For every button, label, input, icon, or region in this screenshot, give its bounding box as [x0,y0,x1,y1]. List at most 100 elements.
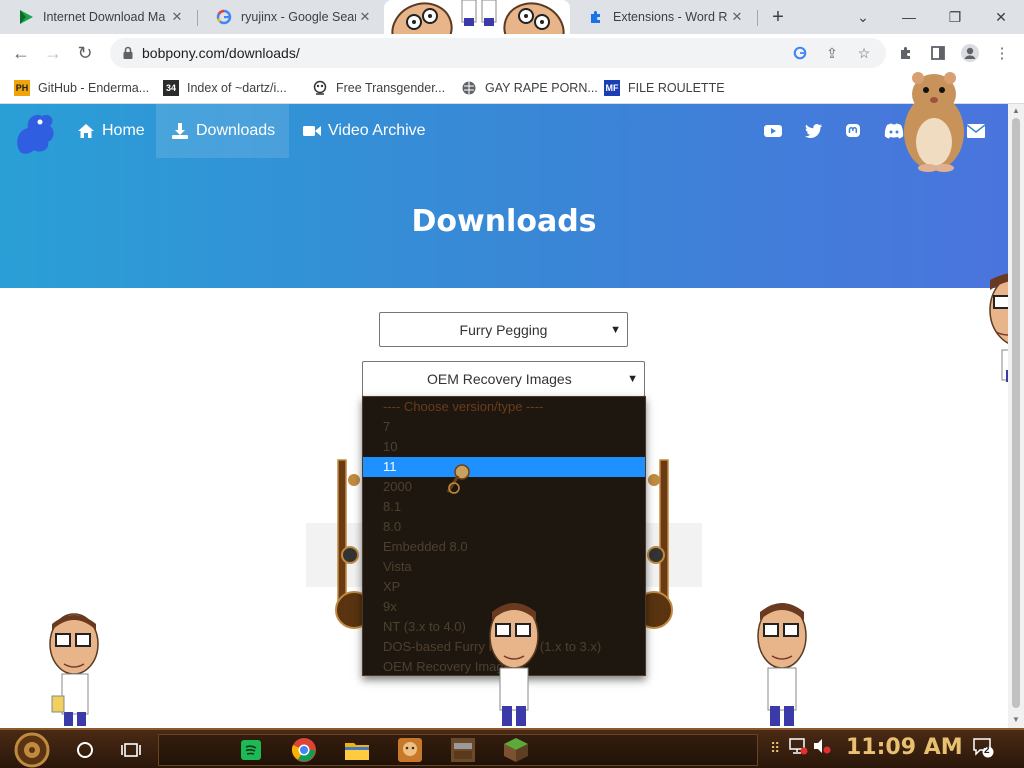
bookmark-star-icon[interactable]: ☆ [856,45,872,61]
back-arrow-icon[interactable]: ← [6,38,36,68]
hero-banner: Home Downloads Video Archive Downloads [0,104,1008,288]
bookmark-file-roulette[interactable]: MF FILE ROULETTE [604,78,725,98]
taskbar: ⠿ 11:09 AM 2 [0,728,1024,768]
chrome-icon[interactable] [289,735,319,765]
vertical-scrollbar[interactable]: ▲ ▼ [1008,104,1024,728]
game-icon[interactable] [395,735,425,765]
tab-internet-download-manager[interactable]: Internet Download Ma ✕ [0,0,196,34]
tray-overflow-icon[interactable]: ⠿ [770,740,780,757]
character-left [49,613,99,726]
nav-video-archive[interactable]: Video Archive [288,104,440,158]
share-icon[interactable]: ⇪ [824,45,840,61]
extensions-puzzle-icon[interactable] [896,43,916,63]
volume-muted-icon[interactable] [812,736,832,761]
download-icon [170,121,190,141]
url-text: bobpony.com/downloads/ [142,45,300,61]
type-select[interactable]: OEM Recovery Images ▼ [362,361,645,397]
home-icon [76,121,96,141]
side-panel-icon[interactable] [928,43,948,63]
mascot-icon [312,80,328,96]
bookmark-label: GitHub - Enderma... [38,81,150,95]
dropdown-option[interactable]: 8.0 [363,517,645,537]
dropdown-option[interactable]: Vista [363,557,645,577]
start-button[interactable] [14,732,50,768]
spotify-icon[interactable] [236,735,266,765]
index-34-icon: 34 [163,80,179,96]
steampunk-start-icon [14,732,50,768]
mf-icon: MF [604,80,620,96]
dropdown-option-selected[interactable]: 11 [363,457,645,477]
minecraft-grass-icon[interactable] [501,735,531,765]
dropdown-option[interactable]: 10 [363,437,645,457]
bookmarks-bar: PH GitHub - Enderma... 34 Index of ~dart… [0,72,1024,104]
menu-kebab-icon[interactable]: ⋮ [992,43,1012,63]
file-explorer-icon[interactable] [342,735,372,765]
task-view-icon[interactable] [116,735,146,765]
dropdown-option[interactable]: 2000 [363,477,645,497]
notification-count: 2 [984,745,990,756]
site-navbar: Home Downloads Video Archive [0,104,1008,158]
close-tab-icon[interactable]: ✕ [356,8,374,26]
cursor-pointer-icon [446,464,470,494]
taskbar-clock[interactable]: 11:09 AM [846,735,963,760]
google-g-icon [216,9,232,25]
youtube-icon[interactable] [763,121,783,141]
browser-toolbar: ← → ↻ bobpony.com/downloads/ ⇪ ☆ ⋮ [0,34,1024,72]
network-disconnected-icon[interactable] [788,736,808,761]
search-circle-icon[interactable] [70,735,100,765]
dropdown-option[interactable]: 8.1 [363,497,645,517]
nav-label: Home [102,122,145,139]
minecraft-icon[interactable] [448,735,478,765]
puzzle-icon [588,9,604,25]
dropdown-option[interactable]: 7 [363,417,645,437]
nav-label: Video Archive [328,122,426,139]
close-tab-icon[interactable]: ✕ [728,8,746,26]
tab-extensions[interactable]: Extensions - Word Re ✕ [570,0,756,34]
site-logo-icon[interactable] [10,108,60,156]
hamster-overlay [904,72,964,172]
dropdown-option[interactable]: XP [363,577,645,597]
tab-title: Extensions - Word Re [613,10,728,24]
globe-icon [461,80,477,96]
notification-center-icon[interactable]: 2 [972,736,994,763]
close-tab-icon[interactable]: ✕ [168,8,186,26]
minimize-icon[interactable]: — [886,0,932,34]
address-bar[interactable]: bobpony.com/downloads/ ⇪ ☆ [110,38,886,68]
close-window-icon[interactable]: ✕ [978,0,1024,34]
nav-downloads[interactable]: Downloads [156,104,290,158]
nav-home[interactable]: Home [62,104,159,158]
tab-search-chevron-icon[interactable]: ⌄ [840,0,886,34]
scrollbar-thumb[interactable] [1012,118,1020,708]
screen: Internet Download Ma ✕ ryujinx - Google … [0,0,1024,768]
nav-label: Downloads [196,122,276,139]
forward-arrow-icon[interactable]: → [38,38,68,68]
tab-separator [757,10,758,26]
tab-google-search[interactable]: ryujinx - Google Search ✕ [198,0,384,34]
new-tab-button[interactable]: + [766,5,790,29]
scroll-down-icon[interactable]: ▼ [1012,716,1020,724]
bookmark-label: GAY RAPE PORN... [485,81,598,95]
bookmark-globe[interactable]: GAY RAPE PORN... [461,78,598,98]
google-lens-icon[interactable] [792,45,808,61]
bookmark-github[interactable]: PH GitHub - Enderma... [14,78,149,98]
tab-title: ryujinx - Google Search [241,10,356,24]
dropdown-option[interactable]: ---- Choose version/type ---- [363,397,645,417]
scroll-up-icon[interactable]: ▲ [1012,107,1020,115]
reload-icon[interactable]: ↻ [70,38,100,68]
tab-title: Internet Download Ma [43,10,166,24]
os-select[interactable]: Furry Pegging ▼ [379,312,628,347]
profile-avatar-icon[interactable] [960,43,980,63]
bookmark-index[interactable]: 34 Index of ~dartz/i... [163,78,287,98]
bookmark-free-transgender[interactable]: Free Transgender... [312,78,445,98]
restore-icon[interactable]: ❐ [932,0,978,34]
idm-play-icon [18,9,34,25]
ph-icon: PH [14,80,30,96]
character-center [489,603,539,726]
hands-center [461,0,497,26]
dropdown-option[interactable]: Embedded 8.0 [363,537,645,557]
os-select-value: Furry Pegging [459,321,548,338]
character-right [757,603,807,726]
twitter-icon[interactable] [804,121,824,141]
chevron-down-icon: ▼ [627,373,638,385]
mastodon-icon[interactable] [843,121,863,141]
